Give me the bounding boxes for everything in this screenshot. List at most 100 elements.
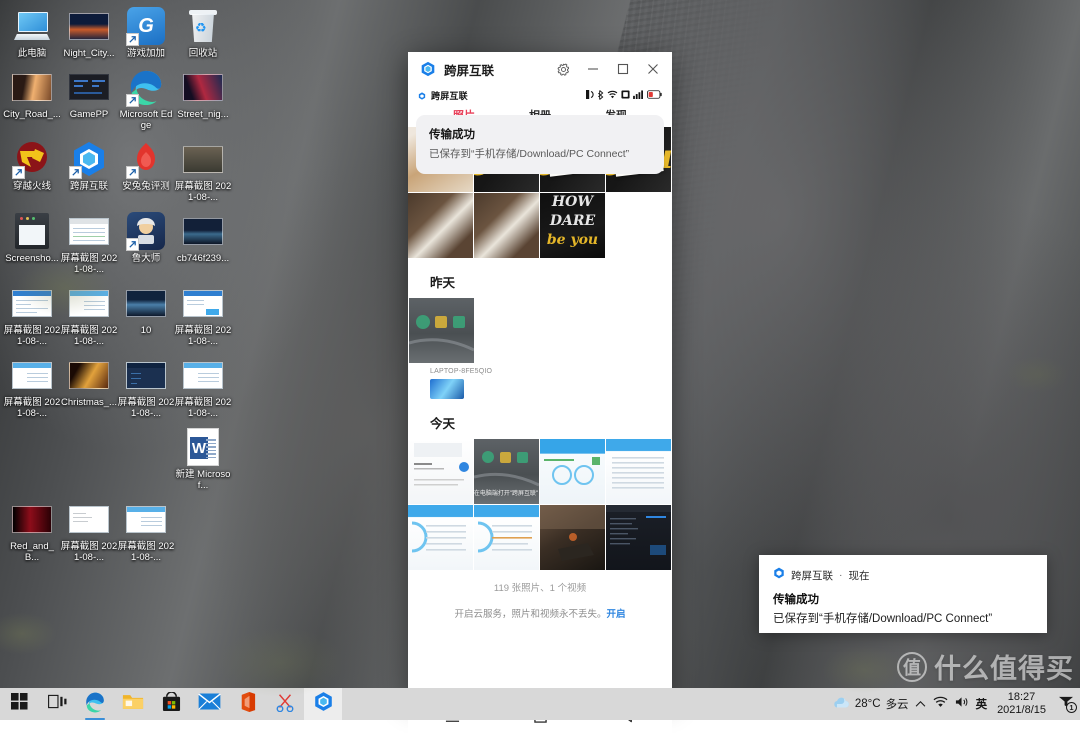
photo-thumbnail[interactable] — [540, 439, 605, 504]
photo-grid-today[interactable]: 在电脑端打开"跨屏互联" — [408, 439, 672, 570]
windows-taskbar[interactable]: 28°C 多云 英 18:27 2021/8/15 1 — [0, 688, 1080, 720]
photo-thumbnail[interactable] — [409, 298, 474, 363]
shortcut-arrow-icon — [126, 238, 139, 251]
icon-label: 屏幕截图 2021-08-... — [117, 541, 175, 563]
icon-label: 屏幕截图 2021-08-... — [174, 397, 232, 419]
task-view-button[interactable] — [38, 688, 76, 720]
image-file-icon — [12, 499, 52, 539]
action-center-button[interactable]: 1 — [1056, 695, 1077, 714]
desktop-icon-new-word-document[interactable]: W 新建 Microsof... — [173, 423, 233, 493]
photo-thumbnail[interactable] — [408, 439, 473, 504]
device-thumbnail[interactable] — [430, 379, 464, 399]
image-file-icon — [126, 283, 166, 323]
desktop-icon-screenshot-tool[interactable]: Screensho... — [2, 207, 62, 277]
desktop-background[interactable]: 此电脑 Night_City... G 游戏加加 ♻ 回收站 City_Road… — [0, 0, 1080, 734]
desktop-icon-this-pc[interactable]: 此电脑 — [2, 2, 62, 61]
nfc-icon — [586, 90, 594, 101]
desktop-icon-crossfire[interactable]: 穿越火线 — [2, 135, 62, 205]
cloud-enable-link[interactable]: 开启 — [607, 609, 626, 620]
phone-mirrored-screen[interactable]: 照片 相册 发现 传输成功 已保存到“手机存储/Download/PC Conn… — [408, 105, 672, 698]
close-button[interactable] — [638, 53, 668, 85]
desktop-icon-recycle-bin[interactable]: ♻ 回收站 — [173, 2, 233, 61]
image-file-icon — [183, 283, 223, 323]
weather-description: 多云 — [885, 699, 909, 711]
window-title-bar[interactable]: 跨屏互联 — [408, 52, 672, 86]
desktop-icon-red-and-black[interactable]: Red_and_B... — [2, 495, 62, 565]
desktop-icon-christmas[interactable]: Christmas_... — [59, 351, 119, 421]
desktop-icon-screenshot-9[interactable]: 屏幕截图 2021-08-... — [59, 495, 119, 565]
photo-thumbnail[interactable] — [474, 505, 539, 570]
watermark-text: 什么值得买 — [934, 654, 1074, 684]
multiscreen-phone-window[interactable]: 跨屏互联 跨屏互联 传输成功 已保存到“手机存储/Download/PC Con… — [408, 52, 672, 734]
photo-thumbnail[interactable] — [408, 193, 473, 258]
icon-label: 回收站 — [188, 48, 218, 59]
image-file-icon — [69, 211, 109, 251]
notification-header: 跨屏互联 · 现在 — [773, 566, 1033, 584]
weather-widget[interactable]: 28°C 多云 — [832, 696, 909, 712]
photo-thumbnail[interactable] — [606, 505, 671, 570]
file-explorer-button[interactable] — [114, 688, 152, 720]
gamepp-icon — [69, 67, 109, 107]
edge-button[interactable] — [76, 688, 114, 720]
office-button[interactable] — [228, 688, 266, 720]
icon-label: 屏幕截图 2021-08-... — [60, 325, 118, 347]
desktop-icon-antutu[interactable]: 安兔兔评测 — [116, 135, 176, 205]
photo-thumbnail[interactable] — [474, 193, 539, 258]
notification-title: 传输成功 — [773, 594, 819, 606]
desktop-icon-10[interactable]: 10 — [116, 279, 176, 349]
desktop-icon-street-night[interactable]: Street_nig... — [173, 63, 233, 133]
icon-label: Red_and_B... — [10, 541, 54, 563]
desktop-icon-screenshot-5[interactable]: 屏幕截图 2021-08-... — [173, 279, 233, 349]
desktop-icon-multiscreen[interactable]: 跨屏互联 — [59, 135, 119, 205]
desktop-icon-screenshot-8[interactable]: 屏幕截图 2021-08-... — [173, 351, 233, 421]
image-file-icon — [183, 139, 223, 179]
microsoft-store-button[interactable] — [152, 688, 190, 720]
photo-thumbnail[interactable]: 在电脑端打开"跨屏互联" — [474, 439, 539, 504]
desktop-icon-microsoft-edge[interactable]: Microsoft Edge — [116, 63, 176, 133]
desktop-icon-game-pp-cn[interactable]: G 游戏加加 — [116, 2, 176, 61]
image-file-icon — [126, 355, 166, 395]
image-file-icon — [69, 355, 109, 395]
settings-gear-icon[interactable] — [548, 53, 578, 85]
desktop-icon-night-city[interactable]: Night_City... — [59, 2, 119, 61]
input-language-indicator[interactable]: 英 — [976, 696, 988, 712]
taskbar-clock[interactable]: 18:27 2021/8/15 — [993, 691, 1050, 717]
maximize-button[interactable] — [608, 53, 638, 85]
section-heading-yesterday: 昨天 — [430, 276, 456, 290]
wifi-icon[interactable] — [933, 695, 948, 713]
notification-app-name: 跨屏互联 — [791, 569, 833, 582]
start-button[interactable] — [0, 688, 38, 720]
photo-thumbnail[interactable] — [540, 505, 605, 570]
desktop-icon-cb746f239[interactable]: cb746f239... — [173, 207, 233, 277]
kuapinghulian-icon — [418, 91, 426, 100]
windows-notification-toast[interactable]: 跨屏互联 · 现在 传输成功 已保存到“手机存储/Download/PC Con… — [759, 555, 1047, 633]
photo-thumbnail[interactable] — [606, 439, 671, 504]
multiscreen-taskbar-button[interactable] — [304, 688, 342, 720]
desktop-icon-screenshot-1[interactable]: 屏幕截图 2021-08-... — [173, 135, 233, 205]
desktop-icon-grid: 此电脑 Night_City... G 游戏加加 ♻ 回收站 City_Road… — [0, 2, 232, 565]
image-file-icon — [12, 67, 52, 107]
speaker-icon[interactable] — [955, 695, 969, 713]
snip-sketch-button[interactable] — [266, 688, 304, 720]
desktop-icon-city-road[interactable]: City_Road_... — [2, 63, 62, 133]
desktop-icon-screenshot-4[interactable]: 屏幕截图 2021-08-... — [59, 279, 119, 349]
cloud-prompt-text: 开启云服务，照片和视频永不丢失。 — [454, 609, 607, 620]
desktop-icon-screenshot-10[interactable]: 屏幕截图 2021-08-... — [116, 495, 176, 565]
desktop-icon-gamepp[interactable]: GamePP — [59, 63, 119, 133]
desktop-icon-screenshot-6[interactable]: 屏幕截图 2021-08-... — [2, 351, 62, 421]
folder-icon — [122, 692, 144, 716]
recycle-bin-icon: ♻ — [183, 6, 223, 46]
icon-label: 屏幕截图 2021-08-... — [3, 325, 61, 347]
mail-button[interactable] — [190, 688, 228, 720]
photo-thumbnail[interactable]: HOW DARE be you — [540, 193, 605, 258]
section-heading-today: 今天 — [430, 417, 456, 431]
chevron-up-icon[interactable] — [915, 695, 926, 713]
photo-grid-yesterday[interactable] — [408, 298, 672, 363]
desktop-icon-screenshot-7[interactable]: 屏幕截图 2021-08-... — [116, 351, 176, 421]
desktop-icon-ludashi[interactable]: 鲁大师 — [116, 207, 176, 277]
photo-thumbnail[interactable] — [408, 505, 473, 570]
desktop-icon-screenshot-3[interactable]: 屏幕截图 2021-08-... — [2, 279, 62, 349]
icon-label: 跨屏互联 — [69, 181, 108, 192]
desktop-icon-screenshot-2[interactable]: 屏幕截图 2021-08-... — [59, 207, 119, 277]
minimize-button[interactable] — [578, 53, 608, 85]
